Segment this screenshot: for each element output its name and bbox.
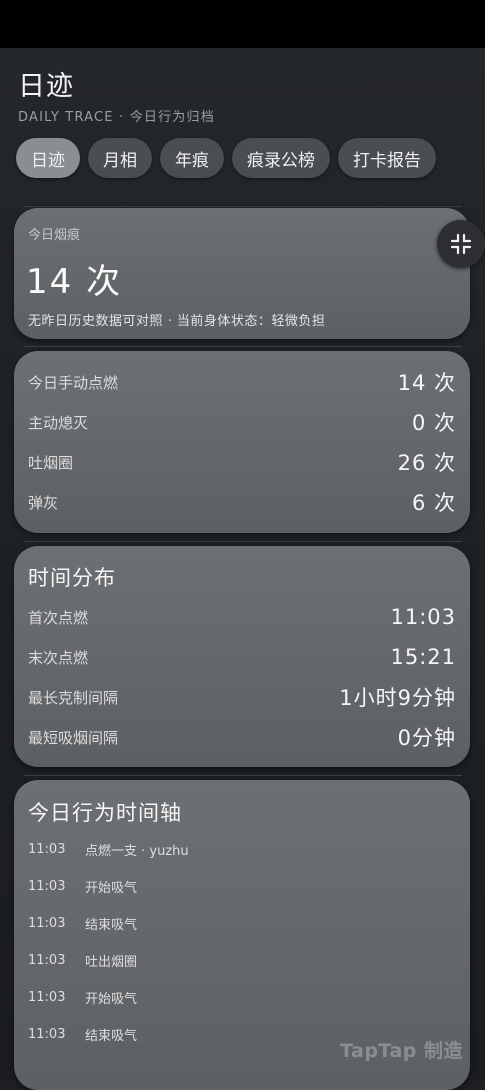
time-distribution-heading: 时间分布 (28, 566, 116, 590)
divider (24, 346, 462, 347)
divider (24, 541, 462, 542)
today-count-value: 14 次 (26, 262, 123, 302)
tab-bar: 日迹 月相 年痕 痕录公榜 打卡报告 (16, 138, 436, 178)
page-title: 日迹 (18, 71, 74, 102)
timeline-event: 结束吸气 (85, 1028, 138, 1044)
today-count-card: 今日烟痕 14 次 无昨日历史数据可对照 · 当前身体状态：轻微负担 (14, 208, 470, 339)
stat-value: 6 次 (411, 491, 456, 515)
time-label: 末次点燃 (28, 648, 89, 667)
time-row-longest-gap: 最长克制间隔 1小时9分钟 (28, 682, 456, 712)
collapse-arrows-icon (450, 233, 472, 255)
timeline-time: 11:03 (28, 841, 66, 857)
time-value: 11:03 (390, 605, 456, 629)
time-label: 最短吸烟间隔 (28, 728, 119, 747)
time-value: 15:21 (390, 645, 456, 669)
divider (24, 206, 462, 207)
timeline-time: 11:03 (28, 989, 66, 1005)
today-status-note: 无昨日历史数据可对照 · 当前身体状态：轻微负担 (28, 314, 326, 329)
time-value: 0分钟 (397, 726, 456, 750)
timeline-item: 11:03 开始吸气 (28, 986, 137, 1008)
timeline-item: 11:03 吐出烟圈 (28, 949, 137, 971)
time-label: 首次点燃 (28, 608, 89, 627)
timeline-event: 结束吸气 (85, 917, 138, 933)
timeline-item: 11:03 开始吸气 (28, 875, 137, 897)
stat-value: 0 次 (411, 411, 456, 435)
timeline-time: 11:03 (28, 878, 66, 894)
stat-row-ash-flick: 弹灰 6 次 (28, 487, 456, 517)
timeline-time: 11:03 (28, 952, 66, 968)
stat-label: 弹灰 (28, 493, 59, 512)
tab-checkin-report[interactable]: 打卡报告 (338, 138, 436, 178)
status-bar (0, 0, 485, 48)
tab-daily[interactable]: 日迹 (16, 138, 80, 178)
stats-card: 今日手动点燃 14 次 主动熄灭 0 次 吐烟圈 26 次 弹灰 6 次 (14, 351, 470, 533)
time-value: 1小时9分钟 (339, 686, 456, 710)
timeline-item: 11:03 结束吸气 (28, 912, 137, 934)
timeline-item: 11:03 点燃一支 · yuzhu (28, 838, 189, 860)
stat-label: 吐烟圈 (28, 453, 74, 472)
timeline-event: 开始吸气 (85, 991, 138, 1007)
timeline-time: 11:03 (28, 915, 66, 931)
stat-label: 主动熄灭 (28, 413, 89, 432)
collapse-button[interactable] (437, 220, 485, 268)
time-distribution-card: 时间分布 首次点燃 11:03 末次点燃 15:21 最长克制间隔 1小时9分钟… (14, 546, 470, 767)
tab-yearly[interactable]: 年痕 (160, 138, 224, 178)
taptap-watermark: TapTap 制造 (340, 1040, 463, 1062)
time-row-shortest-gap: 最短吸烟间隔 0分钟 (28, 722, 456, 752)
today-count-label: 今日烟痕 (28, 228, 81, 243)
timeline-time: 11:03 (28, 1026, 66, 1042)
stat-value: 26 次 (397, 451, 456, 475)
tab-monthly[interactable]: 月相 (88, 138, 152, 178)
time-row-last: 末次点燃 15:21 (28, 642, 456, 672)
stat-value: 14 次 (397, 371, 456, 395)
timeline-event: 开始吸气 (85, 880, 138, 896)
stat-row-smoke-rings: 吐烟圈 26 次 (28, 447, 456, 477)
timeline-event: 吐出烟圈 (85, 954, 138, 970)
divider (24, 775, 462, 776)
timeline-event: 点燃一支 · yuzhu (85, 843, 189, 859)
app-screen: 日迹 DAILY TRACE · 今日行为归档 日迹 月相 年痕 痕录公榜 打卡… (0, 48, 485, 1090)
stat-label: 今日手动点燃 (28, 373, 119, 392)
stat-row-ignite: 今日手动点燃 14 次 (28, 367, 456, 397)
page-subtitle: DAILY TRACE · 今日行为归档 (18, 110, 215, 125)
timeline-heading: 今日行为时间轴 (28, 801, 182, 825)
tab-leaderboard[interactable]: 痕录公榜 (232, 138, 330, 178)
time-row-first: 首次点燃 11:03 (28, 602, 456, 632)
stat-row-extinguish: 主动熄灭 0 次 (28, 407, 456, 437)
time-label: 最长克制间隔 (28, 688, 119, 707)
timeline-item: 11:03 结束吸气 (28, 1023, 137, 1045)
